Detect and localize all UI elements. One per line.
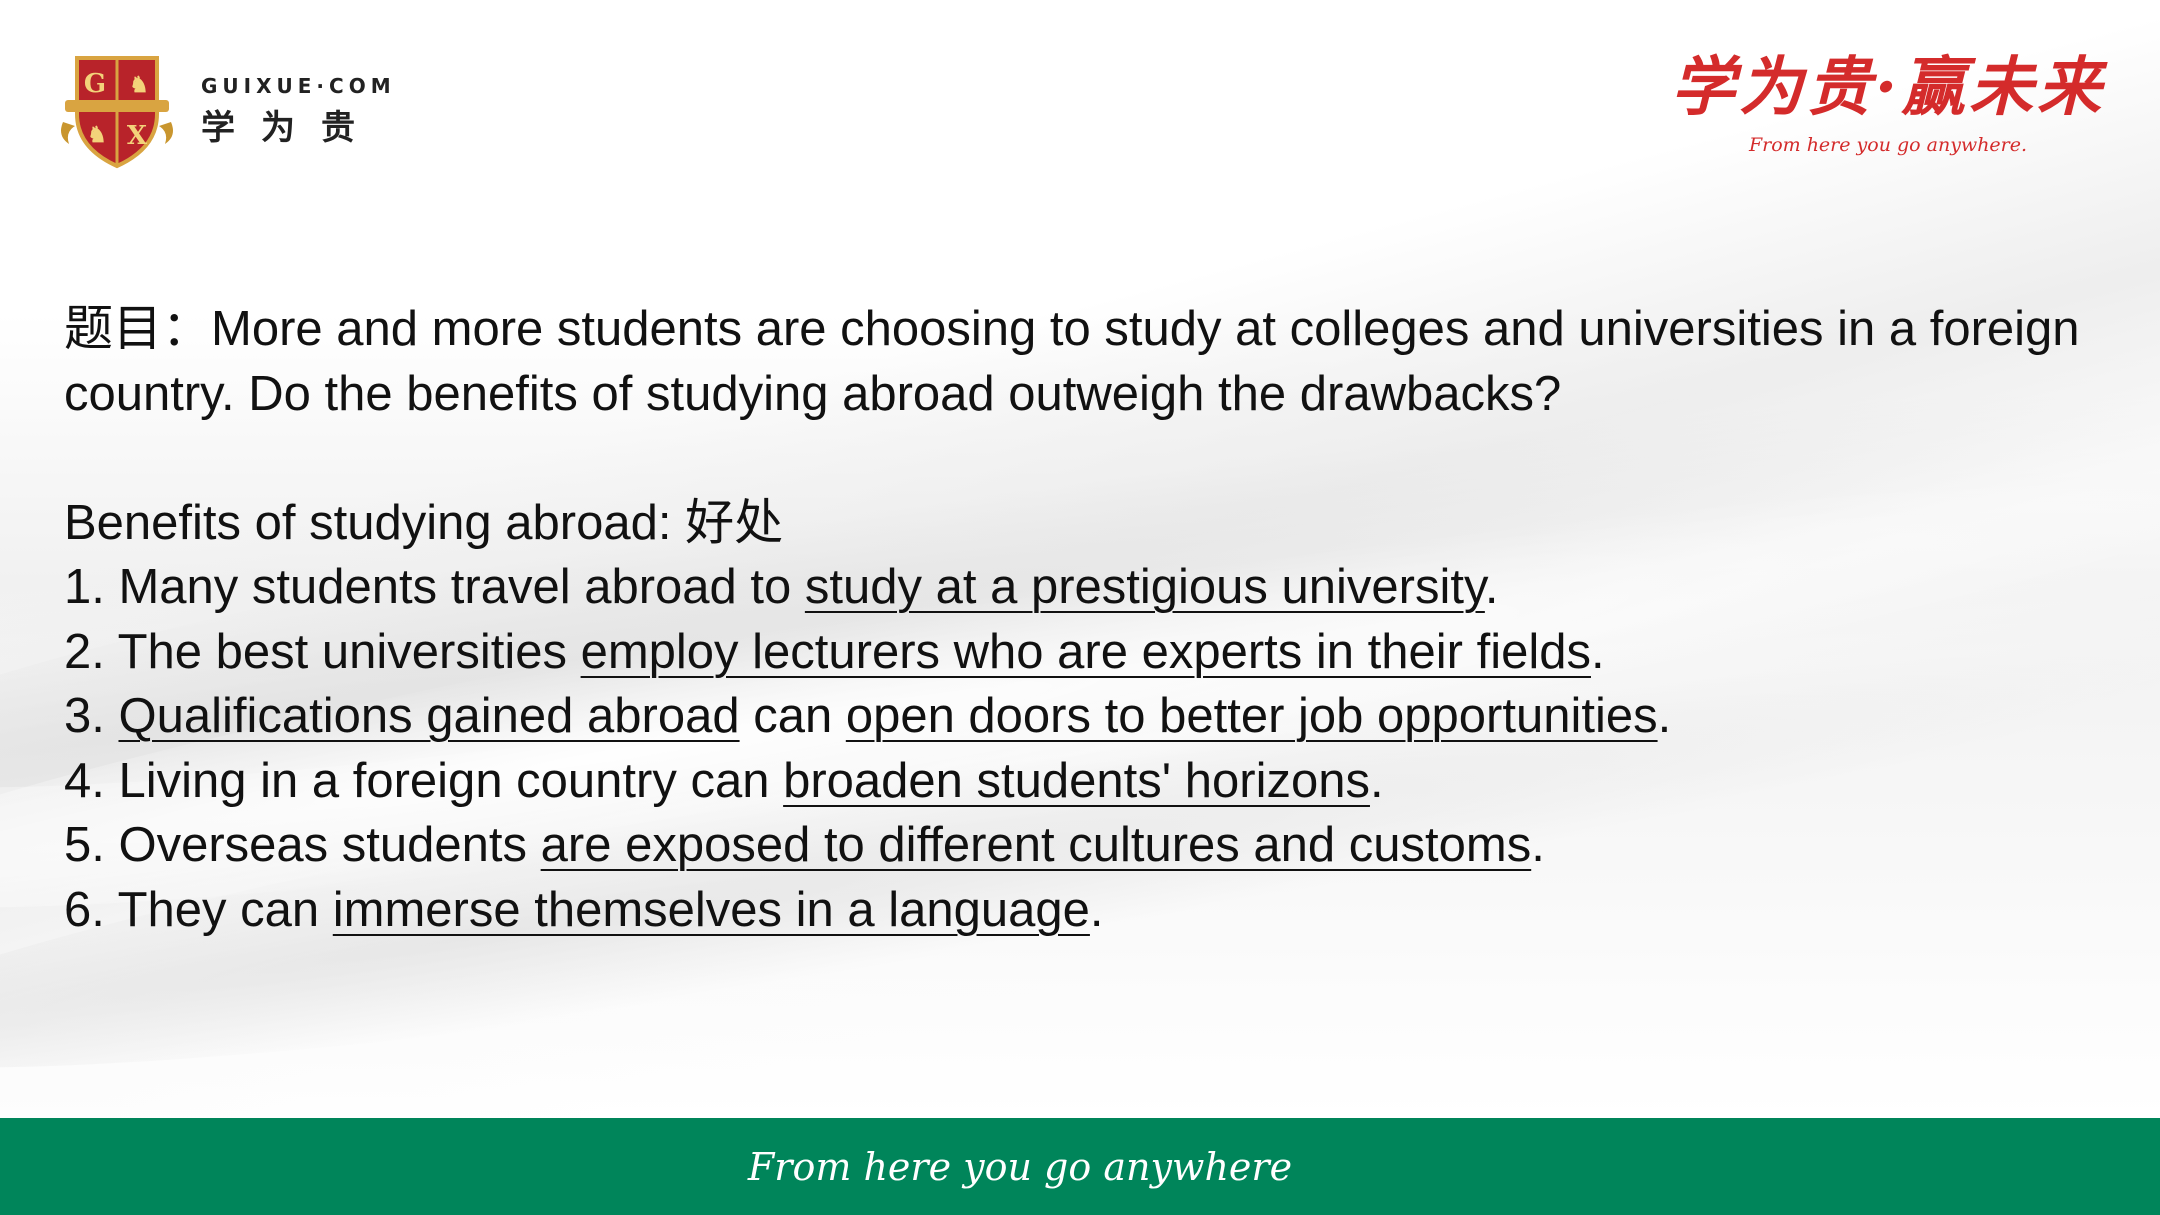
- slide-content: 题目：More and more students are choosing t…: [64, 297, 2104, 942]
- item-underlined-phrase: open doors to better job opportunities: [845, 689, 1658, 743]
- item-text: can: [739, 689, 846, 743]
- item-number: 6.: [64, 882, 118, 937]
- item-underlined-phrase: broaden students' horizons: [783, 753, 1370, 808]
- item-text: Many students travel abroad to: [118, 560, 805, 614]
- slogan-english: From here you go anywhere.: [1748, 134, 2028, 156]
- slogan-logo: 学为贵·赢未来 From here you go anywhere.: [1668, 48, 2108, 156]
- item-number: 3.: [64, 689, 119, 743]
- question-paragraph: 题目：More and more students are choosing t…: [64, 297, 2104, 426]
- benefit-item: 1. Many students travel abroad to study …: [64, 555, 2104, 620]
- benefit-item: 6. They can immerse themselves in a lang…: [64, 878, 2104, 943]
- item-number: 1.: [64, 560, 119, 614]
- item-text: Overseas students: [118, 818, 541, 872]
- benefit-item: 5. Overseas students are exposed to diff…: [64, 813, 2104, 878]
- item-number: 4.: [64, 753, 119, 808]
- item-text: .: [1590, 624, 1605, 679]
- item-number: 2.: [64, 624, 118, 679]
- item-text: .: [1657, 689, 1672, 743]
- logo-domain-text: GUIXUE·COM: [201, 73, 396, 98]
- benefits-heading: Benefits of studying abroad: 好处: [64, 491, 2104, 556]
- question-text: More and more students are choosing to s…: [64, 302, 2080, 421]
- item-text: They can: [117, 882, 333, 937]
- item-text: The best universities: [117, 624, 581, 679]
- item-number: 5.: [64, 818, 119, 872]
- item-underlined-phrase: are exposed to different cultures and cu…: [540, 818, 1532, 872]
- svg-text:X: X: [127, 121, 148, 151]
- item-text: .: [1531, 818, 1545, 872]
- guixue-logo: G ♞ ♞ X GUIXUE·COM 学为贵: [55, 52, 396, 170]
- benefits-heading-chinese: 好处: [685, 493, 784, 551]
- item-text: Living in a foreign country can: [118, 753, 784, 808]
- benefit-item: 4. Living in a foreign country can broad…: [64, 749, 2104, 814]
- question-label: 题目：: [64, 300, 212, 357]
- item-text: .: [1089, 882, 1104, 937]
- svg-text:G: G: [84, 69, 106, 99]
- logo-chinese-name: 学为贵: [201, 107, 381, 148]
- item-underlined-phrase: Qualifications gained abroad: [118, 689, 740, 743]
- benefit-item: 2. The best universities employ lecturer…: [64, 620, 2104, 685]
- item-underlined-phrase: study at a prestigious university: [804, 560, 1485, 614]
- item-text: .: [1369, 753, 1384, 808]
- shield-logo-icon: G ♞ ♞ X: [61, 56, 173, 169]
- svg-text:♞: ♞: [87, 122, 107, 148]
- slogan-chinese: 学为贵·赢未来: [1670, 50, 2106, 125]
- footer-bar: From here you go anywhere: [0, 1118, 2160, 1215]
- footer-tagline: From here you go anywhere: [747, 1144, 1293, 1189]
- svg-text:♞: ♞: [129, 72, 149, 98]
- item-underlined-phrase: employ lecturers who are experts in thei…: [580, 624, 1591, 679]
- item-underlined-phrase: immerse themselves in a language: [332, 882, 1090, 937]
- benefit-item: 3. Qualifications gained abroad can open…: [64, 684, 2104, 749]
- benefits-heading-text: Benefits of studying abroad:: [64, 495, 686, 550]
- item-text: .: [1484, 560, 1499, 614]
